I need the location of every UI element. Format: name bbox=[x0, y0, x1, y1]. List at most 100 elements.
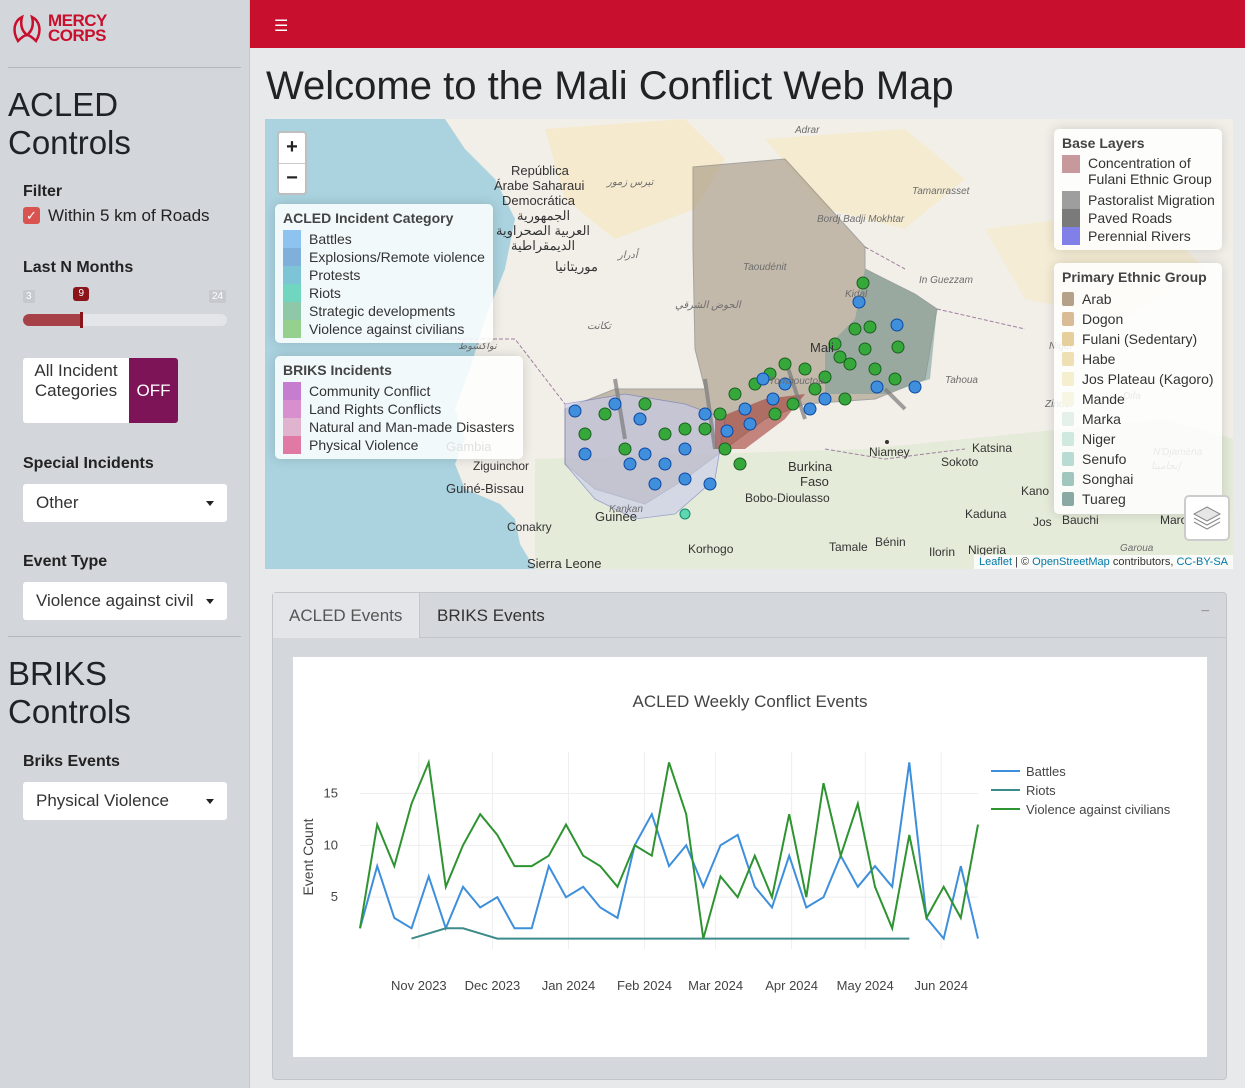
event-type-select[interactable]: Violence against civil bbox=[23, 582, 227, 620]
months-slider[interactable]: 9 bbox=[23, 287, 227, 328]
legend-label: Community Conflict bbox=[309, 383, 431, 399]
map-place-label: الديمقراطية bbox=[511, 238, 576, 253]
top-navbar: ☰ bbox=[250, 0, 1245, 48]
legend-label: Explosions/Remote violence bbox=[309, 249, 485, 265]
legend-swatch bbox=[283, 382, 301, 400]
briks-events-select[interactable]: Physical Violence bbox=[23, 782, 227, 820]
base-legend-item: Perennial Rivers bbox=[1062, 227, 1214, 245]
legend-swatch bbox=[1062, 432, 1074, 446]
base-layers-legend: Base Layers Concentration of Fulani Ethn… bbox=[1054, 129, 1222, 250]
legend-label: Battles bbox=[1026, 764, 1066, 779]
mercy-corps-logo-icon bbox=[13, 14, 41, 44]
map-place-label: Tamanrasset bbox=[912, 186, 970, 197]
layers-icon bbox=[1192, 506, 1222, 530]
briks-legend-item: Physical Violence bbox=[283, 436, 515, 454]
map-place-label: Mali bbox=[810, 340, 834, 355]
legend-swatch bbox=[283, 284, 301, 302]
legend-label: Senufo bbox=[1082, 451, 1127, 467]
map-place-label: República bbox=[511, 163, 569, 178]
map-place-label: Conakry bbox=[507, 520, 552, 534]
legend-label: Battles bbox=[309, 231, 352, 247]
map-place-label: Burkina bbox=[788, 459, 833, 474]
acled-legend-title: ACLED Incident Category bbox=[283, 210, 454, 226]
special-incidents-select[interactable]: Other bbox=[23, 484, 227, 522]
acled-legend-item: Explosions/Remote violence bbox=[283, 248, 485, 266]
weekly-events-chart[interactable]: ACLED Weekly Conflict Events 5 10 15 Nov 202… bbox=[293, 657, 1207, 1057]
legend-label: Physical Violence bbox=[309, 437, 419, 453]
legend-swatch bbox=[1062, 452, 1074, 466]
ethnic-legend-item: Fulani (Sedentary) bbox=[1062, 329, 1214, 349]
legend-label: Natural and Man-made Disasters bbox=[309, 419, 515, 435]
divider bbox=[8, 67, 241, 68]
ethnic-legend-title: Primary Ethnic Group bbox=[1062, 269, 1207, 285]
legend-swatch bbox=[1062, 332, 1074, 346]
caret-down-icon bbox=[206, 799, 214, 804]
legend-swatch bbox=[283, 436, 301, 454]
zoom-out-button[interactable]: − bbox=[279, 163, 305, 193]
legend-swatch bbox=[283, 302, 301, 320]
legend-swatch bbox=[1062, 209, 1080, 227]
chart-title: ACLED Weekly Conflict Events bbox=[633, 692, 868, 711]
ethnic-legend-item: Jos Plateau (Kagoro) bbox=[1062, 369, 1214, 389]
map-place-label: Garoua bbox=[1120, 543, 1154, 554]
legend-swatch bbox=[283, 320, 301, 338]
legend-swatch bbox=[1062, 292, 1074, 306]
leaflet-link[interactable]: Leaflet bbox=[979, 556, 1012, 568]
legend-swatch bbox=[283, 248, 301, 266]
tab-briks-events[interactable]: BRIKS Events bbox=[421, 593, 561, 638]
y-axis-label: Event Count bbox=[300, 818, 316, 895]
map-place-label: الحوض الشرقي bbox=[675, 300, 741, 311]
legend-label: Violence against civilians bbox=[309, 321, 465, 337]
ethnic-group-legend: Primary Ethnic Group Arab Dogon Fulani (Se… bbox=[1054, 263, 1222, 514]
x-tick-label: Feb 2024 bbox=[617, 978, 672, 993]
map-place-label: Bénin bbox=[875, 535, 906, 549]
mercy-corps-logo[interactable]: MERCY CORPS bbox=[10, 8, 130, 48]
map-place-label: Niamey bbox=[869, 445, 910, 459]
zoom-in-button[interactable]: + bbox=[279, 133, 305, 163]
acled-legend-item: Battles bbox=[283, 230, 485, 248]
ethnic-legend-item: Mande bbox=[1062, 389, 1214, 409]
conflict-map[interactable]: República Árabe Saharaui Democrática الجمهو… bbox=[265, 119, 1233, 569]
legend-label: Violence against civilians bbox=[1026, 802, 1171, 817]
hamburger-icon[interactable]: ☰ bbox=[274, 16, 288, 36]
tab-bar: ACLED Events BRIKS Events − bbox=[273, 593, 1226, 638]
all-categories-toggle[interactable]: All Incident Categories OFF bbox=[23, 358, 178, 423]
map-place-label: Kaduna bbox=[965, 507, 1007, 521]
map-place-label: Ilorin bbox=[929, 545, 956, 559]
map-place-label: تيرس زمور bbox=[607, 177, 654, 188]
roads-checkbox[interactable]: ✓ bbox=[23, 207, 40, 224]
tab-acled-events[interactable]: ACLED Events bbox=[273, 593, 420, 638]
osm-link[interactable]: OpenStreetMap bbox=[1032, 556, 1110, 568]
events-tabbox: ACLED Events BRIKS Events − ACLED Weekly… bbox=[272, 592, 1227, 1080]
legend-swatch bbox=[283, 230, 301, 248]
collapse-icon[interactable]: − bbox=[1201, 603, 1210, 621]
legend-label: Land Rights Conflicts bbox=[309, 401, 442, 417]
base-legend-item: Concentration of Fulani Ethnic Group bbox=[1062, 155, 1214, 191]
y-tick-label: 15 bbox=[324, 785, 338, 800]
toggle-state[interactable]: OFF bbox=[129, 358, 178, 423]
map-place-label: Democrática bbox=[502, 193, 575, 208]
legend-swatch bbox=[1062, 227, 1080, 245]
legend-label: Mande bbox=[1082, 391, 1125, 407]
roads-checkbox-label: Within 5 km of Roads bbox=[48, 206, 210, 225]
x-tick-label: Jan 2024 bbox=[542, 978, 596, 993]
layers-control-button[interactable] bbox=[1184, 495, 1230, 541]
legend-label: Marka bbox=[1082, 411, 1121, 427]
license-link[interactable]: CC-BY-SA bbox=[1176, 556, 1228, 568]
legend-label: Dogon bbox=[1082, 311, 1124, 327]
months-slider-handle[interactable]: 9 bbox=[73, 287, 90, 328]
legend-label: Niger bbox=[1082, 431, 1116, 447]
ethnic-legend-item: Arab bbox=[1062, 289, 1214, 309]
months-slider-value: 9 bbox=[73, 287, 90, 301]
map-place-label: Adrar bbox=[795, 125, 820, 136]
series-line-riots bbox=[411, 927, 910, 940]
x-tick-label: Mar 2024 bbox=[688, 978, 743, 993]
map-place-label: Bordj Badji Mokhtar bbox=[817, 214, 905, 225]
legend-swatch bbox=[1062, 312, 1074, 326]
legend-label: Fulani (Sedentary) bbox=[1082, 331, 1198, 347]
y-tick-label: 10 bbox=[324, 837, 338, 852]
base-legend-item: Pastoralist Migration bbox=[1062, 191, 1215, 209]
legend-label: Pastoralist Migration bbox=[1088, 192, 1215, 208]
map-place-label: Guiné-Bissau bbox=[446, 481, 525, 496]
legend-swatch bbox=[1062, 372, 1074, 386]
